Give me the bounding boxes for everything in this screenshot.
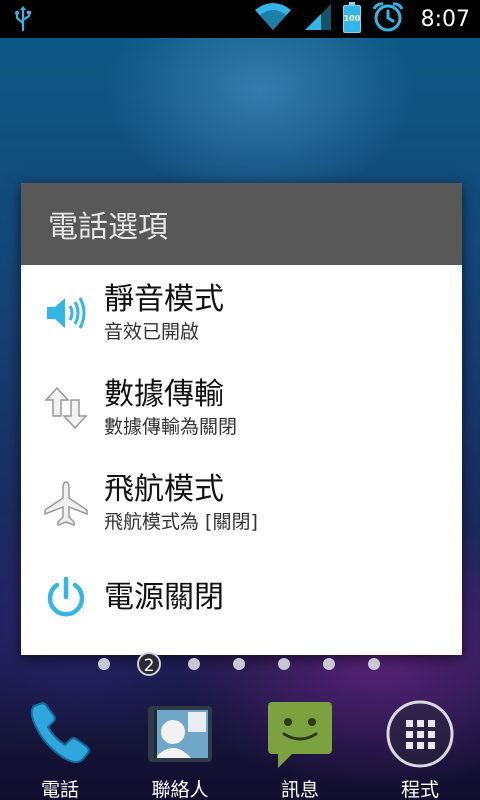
page-dot[interactable] <box>368 658 380 670</box>
signal-icon <box>303 2 333 36</box>
wifi-icon <box>253 2 293 36</box>
messaging-icon[interactable] <box>264 698 336 770</box>
airplane-icon <box>42 479 90 527</box>
data-transfer-status: 數據傳輸為關閉 <box>104 415 238 438</box>
page-dot[interactable] <box>233 658 245 670</box>
messaging-label[interactable]: 訊息 <box>240 775 360 800</box>
apps-icon[interactable] <box>384 698 456 770</box>
status-bar[interactable]: 100 8:07 <box>0 0 480 38</box>
page-dot[interactable] <box>98 658 110 670</box>
dialog-title: 電話選項 <box>21 183 462 265</box>
power-icon <box>42 574 90 622</box>
phone-icon[interactable] <box>24 698 96 770</box>
page-dot[interactable] <box>323 658 335 670</box>
page-dot[interactable] <box>188 658 200 670</box>
power-off-label: 電源關閉 <box>104 579 224 615</box>
contacts-icon[interactable] <box>144 698 216 770</box>
page-dot[interactable] <box>278 658 290 670</box>
current-page-number[interactable]: 2 <box>137 652 161 676</box>
battery-level: 100 <box>343 14 361 23</box>
speaker-icon <box>42 289 90 337</box>
power-off-option[interactable]: 電源關閉 <box>21 550 462 645</box>
battery-icon: 100 <box>342 2 361 33</box>
home-screen: 100 8:07 電話選項 靜音模式 音效已開啟 數據傳輸 數據傳輸為關閉 飛航… <box>0 0 480 800</box>
silent-mode-status: 音效已開啟 <box>104 320 200 343</box>
clock: 8:07 <box>420 6 470 32</box>
apps-label[interactable]: 程式 <box>360 775 480 800</box>
phone-options-dialog: 電話選項 靜音模式 音效已開啟 數據傳輸 數據傳輸為關閉 飛航模式 飛航模式為 … <box>21 183 462 655</box>
data-transfer-icon <box>42 384 90 432</box>
silent-mode-option[interactable]: 靜音模式 音效已開啟 <box>21 265 462 360</box>
silent-mode-label: 靜音模式 <box>104 281 224 317</box>
airplane-mode-label: 飛航模式 <box>104 471 224 507</box>
phone-label[interactable]: 電話 <box>0 775 120 800</box>
alarm-icon <box>371 1 405 37</box>
data-transfer-label: 數據傳輸 <box>104 376 224 412</box>
page-indicator: 2 <box>0 652 480 676</box>
usb-icon <box>14 6 32 36</box>
contacts-label[interactable]: 聯絡人 <box>120 775 240 800</box>
airplane-mode-option[interactable]: 飛航模式 飛航模式為 [關閉] <box>21 455 462 550</box>
airplane-mode-status: 飛航模式為 [關閉] <box>104 510 258 533</box>
data-transfer-option[interactable]: 數據傳輸 數據傳輸為關閉 <box>21 360 462 455</box>
